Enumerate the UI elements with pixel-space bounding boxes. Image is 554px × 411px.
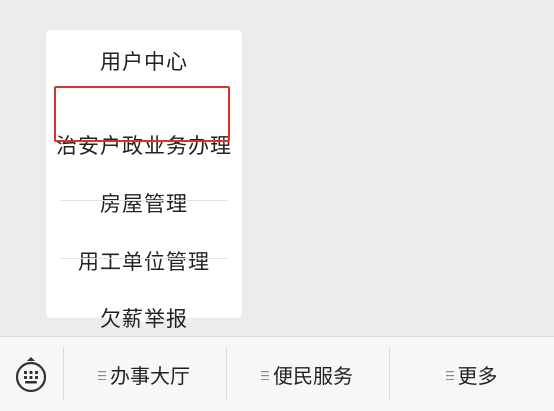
menu-divider — [61, 200, 227, 201]
tab-convenience-services[interactable]: 便民服务 — [226, 337, 388, 411]
tab-service-hall[interactable]: 办事大厅 — [63, 337, 225, 411]
menu-item-user-center[interactable]: 用户中心 — [46, 32, 242, 89]
keyboard-toggle-button[interactable] — [0, 337, 62, 411]
menu-lines-icon — [98, 370, 106, 380]
tab-label: 便民服务 — [273, 363, 353, 388]
menu-divider — [61, 258, 227, 259]
tab-label: 更多 — [457, 363, 498, 388]
tab-more[interactable]: 更多 — [389, 337, 554, 411]
bottom-menu-bar: 办事大厅 便民服务 更多 — [0, 336, 554, 411]
keyboard-icon — [15, 357, 47, 393]
menu-item-public-security-services[interactable]: 治安户政业务办理 — [46, 116, 242, 173]
menu-item-housing-management[interactable]: 房屋管理 — [46, 174, 242, 231]
menu-lines-icon — [445, 370, 454, 380]
tab-label: 办事大厅 — [110, 363, 190, 388]
popup-arrow — [137, 317, 149, 323]
menu-lines-icon — [261, 370, 269, 380]
submenu-popup: 用户中心 治安户政业务办理 房屋管理 用工单位管理 欠薪举报 — [46, 30, 242, 331]
menu-item-employer-management[interactable]: 用工单位管理 — [46, 232, 242, 289]
